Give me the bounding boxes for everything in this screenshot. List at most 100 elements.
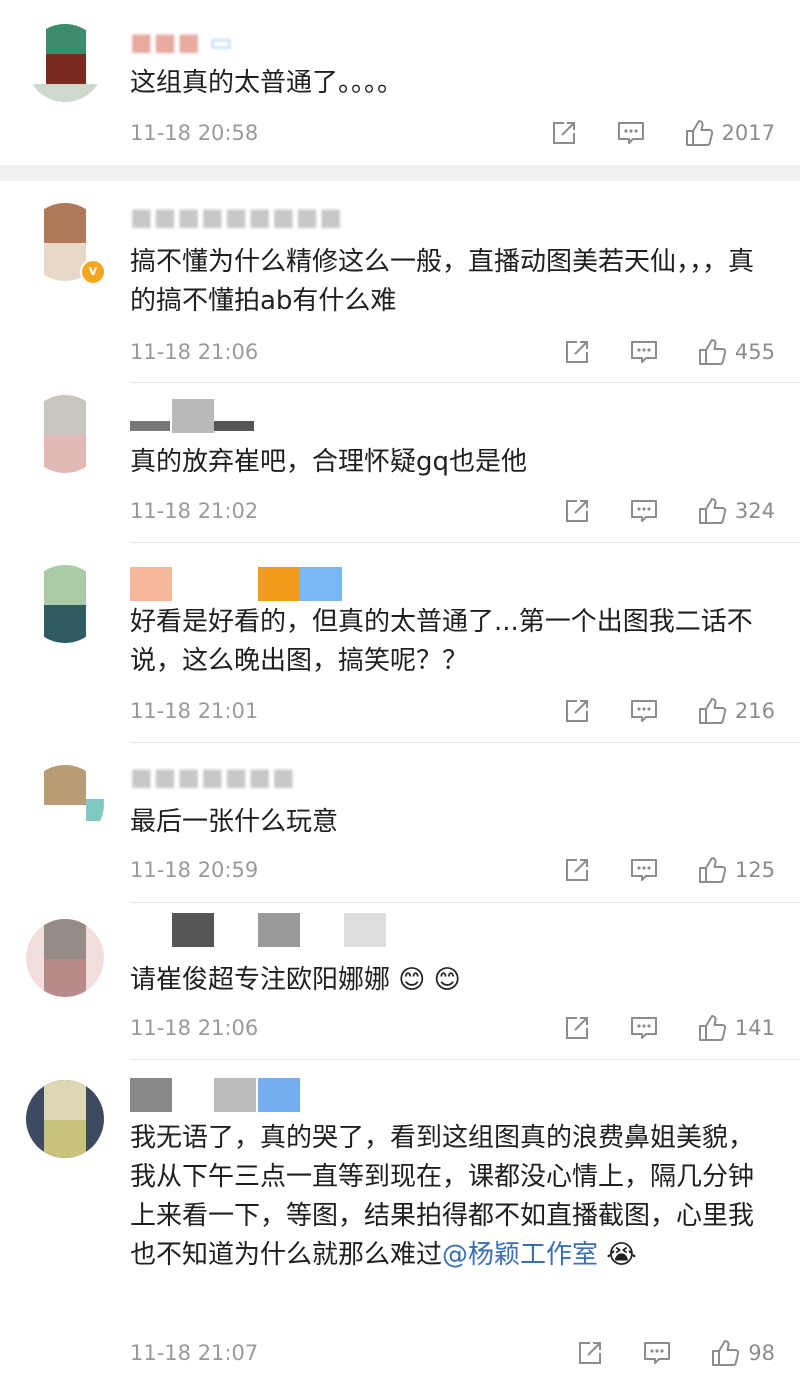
like-count: 125: [734, 858, 775, 882]
reply-button[interactable]: [629, 1014, 659, 1042]
like-button[interactable]: 2017: [684, 118, 775, 148]
like-count: 2017: [721, 121, 775, 145]
comment-item: ■■■ ▭ 这组真的太普通了。。。。 11-18 20:58 2017: [0, 0, 800, 165]
comment-text: 这组真的太普通了。。。。: [130, 64, 770, 103]
comment-icon: [630, 341, 657, 363]
comment-text: 最后一张什么玩意: [130, 803, 770, 842]
comment-item: 我无语了，真的哭了，看到这组图真的浪费鼻姐美貌，我从下午三点一直等到现在，课都没…: [0, 1060, 800, 1383]
avatar[interactable]: [26, 395, 104, 473]
emoji-blush: 😊: [398, 965, 426, 995]
section-separator: [0, 165, 800, 181]
thumbs-up-icon: [698, 1015, 727, 1041]
thumbs-up-icon: [698, 498, 727, 524]
comment-icon: [630, 859, 657, 881]
like-count: 98: [748, 1341, 775, 1365]
like-button[interactable]: 98: [710, 1338, 775, 1368]
comment-text: 真的放弃崔吧，合理怀疑gq也是他: [130, 443, 770, 482]
thumbs-up-icon: [712, 1340, 740, 1366]
comment-icon: [644, 1342, 671, 1364]
username-mosaic[interactable]: ■■■■■■■■■: [130, 203, 343, 231]
username-mosaic[interactable]: [130, 393, 460, 433]
like-count: 324: [734, 499, 775, 523]
comment-item: 真的放弃崔吧，合理怀疑gq也是他 11-18 21:02 324: [0, 383, 800, 543]
username-mosaic[interactable]: ■■■■■■■: [130, 763, 296, 791]
comment-icon: [617, 122, 644, 144]
like-button[interactable]: 455: [697, 337, 775, 367]
comment-text: 好看是好看的，但真的太普通了...第一个出图我二话不说，这么晚出图，搞笑呢？？: [130, 603, 770, 681]
avatar[interactable]: [26, 1080, 104, 1158]
share-button[interactable]: [563, 338, 591, 366]
share-icon: [565, 1017, 588, 1039]
emoji-cry: 😭: [606, 1240, 637, 1270]
comment-text: 我无语了，真的哭了，看到这组图真的浪费鼻姐美貌，我从下午三点一直等到现在，课都没…: [130, 1119, 770, 1275]
thumbs-up-icon: [698, 339, 727, 365]
comment-body: 好看是好看的，但真的太普通了...第一个出图我二话不说，这么晚出图，搞笑呢？？: [130, 607, 753, 676]
avatar[interactable]: [26, 765, 104, 843]
comment-actions: 141: [563, 1011, 775, 1045]
comment-icon: [630, 1017, 657, 1039]
comment-meta: 11-18 21:06 141: [130, 1011, 775, 1045]
like-count: 141: [734, 1016, 775, 1040]
timestamp: 11-18 21:06: [130, 1016, 259, 1040]
comment-meta: 11-18 21:06 455: [130, 335, 775, 369]
reply-button[interactable]: [629, 856, 659, 884]
comment-item: 请崔俊超专注欧阳娜娜 😊 😊 11-18 21:06 141: [0, 903, 800, 1060]
avatar[interactable]: [26, 565, 104, 643]
share-icon: [565, 500, 588, 522]
username-mosaic[interactable]: [130, 561, 460, 601]
share-icon: [579, 1342, 602, 1364]
comment-actions: 98: [576, 1336, 775, 1370]
share-icon: [565, 859, 588, 881]
comment-meta: 11-18 21:01 216: [130, 694, 775, 728]
comment-actions: 216: [563, 694, 775, 728]
comment-item: v ■■■■■■■■■ 搞不懂为什么精修这么一般，直播动图美若天仙，，，真的搞不…: [0, 181, 800, 383]
timestamp: 11-18 21:07: [130, 1341, 259, 1365]
reply-button[interactable]: [616, 119, 646, 147]
avatar[interactable]: [26, 919, 104, 997]
comment-icon: [630, 500, 657, 522]
thumbs-up-icon: [698, 857, 727, 883]
share-button[interactable]: [550, 119, 578, 147]
comment-actions: 2017: [550, 116, 775, 150]
comment-feed: ■■■ ▭ 这组真的太普通了。。。。 11-18 20:58 2017 v ■■…: [0, 0, 800, 1383]
share-button[interactable]: [563, 856, 591, 884]
share-button[interactable]: [576, 1339, 604, 1367]
timestamp: 11-18 21:02: [130, 499, 259, 523]
like-button[interactable]: 141: [697, 1013, 775, 1043]
comment-body: 最后一张什么玩意: [130, 807, 339, 837]
comment-actions: 125: [563, 853, 775, 887]
share-button[interactable]: [563, 497, 591, 525]
like-button[interactable]: 216: [697, 696, 775, 726]
username-mosaic[interactable]: [130, 1072, 460, 1112]
emoji-blush: 😊: [433, 965, 461, 995]
comment-body: 请崔俊超专注欧阳娜娜: [130, 965, 391, 995]
thumbs-up-icon: [698, 698, 727, 724]
reply-button[interactable]: [629, 497, 659, 525]
comment-meta: 11-18 20:59 125: [130, 853, 775, 887]
like-count: 455: [734, 340, 775, 364]
reply-button[interactable]: [629, 338, 659, 366]
comment-meta: 11-18 21:07 98: [130, 1336, 775, 1370]
like-button[interactable]: 324: [697, 496, 775, 526]
like-button[interactable]: 125: [697, 855, 775, 885]
avatar[interactable]: [26, 24, 104, 102]
reply-button[interactable]: [642, 1339, 672, 1367]
timestamp: 11-18 20:59: [130, 858, 259, 882]
comment-item: 好看是好看的，但真的太普通了...第一个出图我二话不说，这么晚出图，搞笑呢？？ …: [0, 543, 800, 743]
comment-actions: 455: [563, 335, 775, 369]
share-button[interactable]: [563, 697, 591, 725]
username-mosaic[interactable]: [130, 907, 460, 947]
mention-link[interactable]: @杨颖工作室: [442, 1240, 598, 1270]
reply-button[interactable]: [629, 697, 659, 725]
timestamp: 11-18 20:58: [130, 121, 259, 145]
thumbs-up-icon: [685, 120, 713, 146]
comment-body: 这组真的太普通了。。。。: [130, 68, 404, 98]
comment-text: 搞不懂为什么精修这么一般，直播动图美若天仙，，，真的搞不懂拍ab有什么难: [130, 243, 770, 321]
comment-icon: [630, 700, 657, 722]
share-button[interactable]: [563, 1014, 591, 1042]
share-icon: [565, 341, 588, 363]
like-count: 216: [734, 699, 775, 723]
username-mosaic[interactable]: ■■■ ▭: [130, 28, 233, 56]
timestamp: 11-18 21:01: [130, 699, 259, 723]
comment-meta: 11-18 21:02 324: [130, 494, 775, 528]
